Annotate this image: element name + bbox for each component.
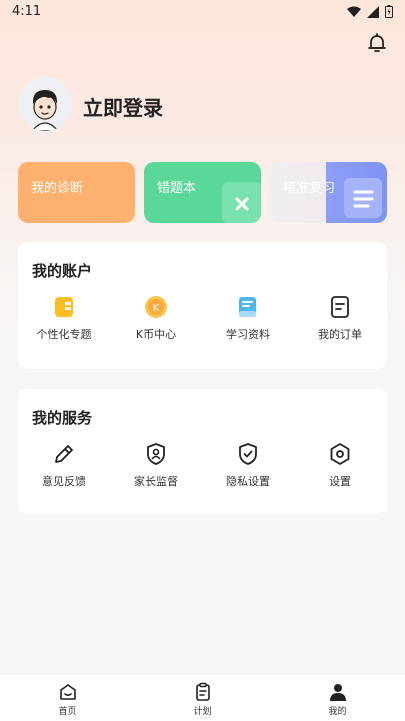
service-item-label: 家长监督 [134,475,178,488]
service-item-label: 设置 [329,475,351,488]
account-item-label: 个性化专题 [36,328,92,341]
order-icon [331,296,349,318]
service-item-label: 隐私设置 [226,475,270,488]
service-item-feedback[interactable]: 意见反馈 [18,441,110,489]
account-item-topics[interactable]: 个性化专题 [18,294,110,342]
tab-mine[interactable]: 我的 [270,674,405,721]
status-bar: 4:11 [0,0,405,24]
close-mark-icon [222,182,261,223]
notebook-icon [55,297,73,317]
diagnosis-card-label: 我的诊断 [31,181,84,196]
login-link[interactable]: 立即登录 [83,92,163,121]
review-card[interactable]: 精准复习 [270,162,387,223]
account-item-orders[interactable]: 我的订单 [294,294,386,342]
user-icon [329,684,346,701]
account-item-label: 我的订单 [318,328,362,341]
clipboard-icon [195,682,210,701]
account-panel: 我的账户 个性化专题 K K币中心 学习资料 我的订单 [18,242,387,369]
shield-user-icon [147,443,165,465]
shield-check-icon [239,443,257,465]
tab-plan[interactable]: 计划 [135,674,270,721]
avatar[interactable] [18,77,72,131]
mistakes-card-label: 错题本 [157,181,197,196]
account-item-label: 学习资料 [226,328,270,341]
service-item-parent[interactable]: 家长监督 [110,441,202,489]
home-icon [59,684,76,700]
status-icons [347,5,393,18]
tab-bar: 首页 计划 我的 [0,673,405,721]
book-icon [239,297,256,317]
status-time: 4:11 [12,4,42,19]
gear-icon [330,443,350,465]
account-item-label: K币中心 [135,328,177,341]
coin-icon: K [145,296,167,318]
bell-icon[interactable] [365,31,389,55]
battery-icon [385,5,393,18]
tab-home[interactable]: 首页 [0,674,135,721]
document-icon [344,178,382,218]
tab-label: 首页 [58,707,77,717]
service-item-privacy[interactable]: 隐私设置 [202,441,294,489]
diagnosis-card[interactable]: 我的诊断 [18,162,135,223]
account-item-kcoin[interactable]: K K币中心 [110,294,202,342]
wifi-icon [347,6,361,17]
mistakes-card[interactable]: 错题本 [144,162,261,223]
pencil-icon [55,445,73,463]
svg-text:K: K [153,303,160,314]
account-title: 我的账户 [32,262,93,280]
tab-label: 计划 [193,707,212,717]
account-item-materials[interactable]: 学习资料 [202,294,294,342]
tab-label: 我的 [328,707,347,717]
service-item-settings[interactable]: 设置 [294,441,386,489]
services-panel: 我的服务 意见反馈 家长监督 隐私设置 设置 [18,389,387,514]
avatar-boy-icon [18,77,72,131]
services-title: 我的服务 [32,409,93,427]
signal-icon [367,5,379,18]
review-card-label: 精准复习 [283,181,336,196]
service-item-label: 意见反馈 [42,475,86,488]
